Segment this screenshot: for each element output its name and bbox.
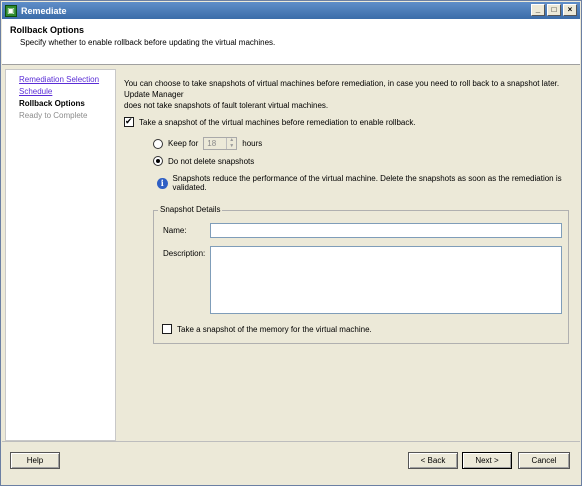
wizard-steps-nav: Remediation Selection Schedule Rollback … [5,69,116,441]
next-button[interactable]: Next > [462,452,512,469]
snapshot-name-input[interactable] [210,223,562,238]
info-row: i Snapshots reduce the performance of th… [157,174,579,192]
description-label: Description: [163,249,206,258]
snapshot-details-group: Snapshot Details Name: Description: Take… [153,205,569,344]
title-bar[interactable]: ▣ Remediate _ □ × [2,2,580,19]
snapshot-details-title: Snapshot Details [158,205,223,214]
close-button[interactable]: × [563,4,577,16]
content-panel: You can choose to take snapshots of virt… [117,69,579,441]
do-not-delete-radio[interactable] [153,156,163,166]
nav-step-ready-to-complete: Ready to Complete [19,111,88,120]
cancel-button[interactable]: Cancel [518,452,570,469]
hours-label: hours [242,139,263,148]
nav-step-rollback-options: Rollback Options [19,99,85,108]
intro-text: You can choose to take snapshots of virt… [124,78,569,111]
keep-for-radio[interactable] [153,138,163,149]
page-subtitle: Specify whether to enable rollback befor… [20,38,276,47]
back-button[interactable]: < Back [408,452,458,469]
take-snapshot-checkbox[interactable] [124,116,134,127]
remediate-window: ▣ Remediate _ □ × Rollback Options Speci… [0,0,582,486]
info-text: Snapshots reduce the performance of the … [172,174,562,192]
wizard-header: Rollback Options Specify whether to enab… [2,19,580,65]
stepper-buttons[interactable]: ▲ ▼ [226,138,236,149]
window-title: Remediate [21,5,67,16]
memory-snapshot-label[interactable]: Take a snapshot of the memory for the vi… [177,325,372,334]
keep-for-row: Keep for 18 ▲ ▼ hours [153,137,262,150]
minimize-button[interactable]: _ [531,4,545,16]
take-snapshot-label[interactable]: Take a snapshot of the virtual machines … [139,118,416,127]
keep-for-hours-stepper[interactable]: 18 ▲ ▼ [203,137,238,150]
maximize-button[interactable]: □ [547,4,561,16]
window-controls: _ □ × [531,4,577,16]
snapshot-description-input[interactable] [210,246,562,314]
wizard-footer: Help < Back Next > Cancel [2,441,580,485]
keep-for-hours-value: 18 [207,139,217,148]
nav-step-remediation-selection[interactable]: Remediation Selection [19,75,99,84]
page-title: Rollback Options [10,25,85,35]
app-icon: ▣ [5,4,17,17]
keep-for-label[interactable]: Keep for [168,139,198,148]
take-snapshot-row: Take a snapshot of the virtual machines … [124,116,416,127]
intro-line-1: You can choose to take snapshots of virt… [124,79,560,99]
name-label: Name: [163,226,187,235]
memory-snapshot-row: Take a snapshot of the memory for the vi… [162,324,372,334]
intro-line-2: does not take snapshots of fault toleran… [124,101,329,110]
nav-step-schedule[interactable]: Schedule [19,87,52,96]
do-not-delete-row: Do not delete snapshots [153,156,254,166]
info-icon: i [157,177,168,189]
do-not-delete-label[interactable]: Do not delete snapshots [168,157,254,166]
stepper-down-icon[interactable]: ▼ [226,143,236,149]
memory-snapshot-checkbox[interactable] [162,324,172,334]
help-button[interactable]: Help [10,452,60,469]
